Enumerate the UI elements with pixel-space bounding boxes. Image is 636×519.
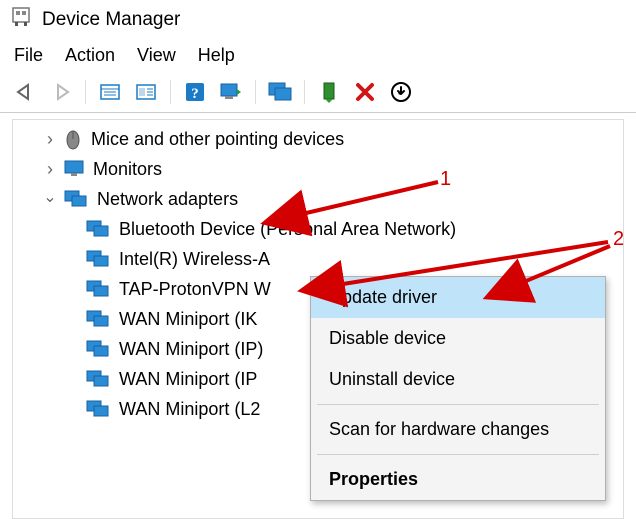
tree-label: WAN Miniport (IP): [119, 339, 263, 360]
menu-file[interactable]: File: [14, 45, 43, 66]
expand-icon[interactable]: [43, 129, 57, 150]
toolbar-separator: [304, 80, 305, 104]
network-adapter-icon: [85, 219, 111, 239]
context-scan-hardware[interactable]: Scan for hardware changes: [311, 409, 605, 450]
properties-toolbar-button[interactable]: [131, 78, 161, 106]
scan-hardware-toolbar-button[interactable]: [216, 78, 246, 106]
collapse-icon[interactable]: [43, 189, 57, 209]
toolbar: ?: [0, 74, 636, 113]
toolbar-separator: [85, 80, 86, 104]
tree-label: TAP-ProtonVPN W: [119, 279, 271, 300]
network-adapter-icon: [85, 399, 111, 419]
forward-button[interactable]: [46, 78, 76, 106]
context-properties[interactable]: Properties: [311, 459, 605, 500]
network-adapter-icon: [85, 369, 111, 389]
context-disable-device[interactable]: Disable device: [311, 318, 605, 359]
network-adapter-icon: [85, 309, 111, 329]
displays-toolbar-button[interactable]: [265, 78, 295, 106]
tree-label: Intel(R) Wireless-A: [119, 249, 270, 270]
showhide-console-button[interactable]: [95, 78, 125, 106]
tree-node-network-adapters[interactable]: Network adapters: [13, 184, 623, 214]
network-adapter-icon: [63, 189, 89, 209]
monitor-icon: [63, 159, 85, 179]
tree-node-bluetooth[interactable]: Bluetooth Device (Personal Area Network): [13, 214, 623, 244]
svg-text:?: ?: [191, 86, 199, 102]
context-uninstall-device[interactable]: Uninstall device: [311, 359, 605, 400]
help-toolbar-button[interactable]: ?: [180, 78, 210, 106]
back-button[interactable]: [10, 78, 40, 106]
app-icon: [10, 6, 32, 33]
tree-label: WAN Miniport (IP: [119, 369, 257, 390]
network-adapter-icon: [85, 339, 111, 359]
uninstall-toolbar-button[interactable]: [350, 78, 380, 106]
tree-label: WAN Miniport (IK: [119, 309, 257, 330]
network-adapter-icon: [85, 279, 111, 299]
tree-label: Bluetooth Device (Personal Area Network): [119, 219, 456, 240]
menu-view[interactable]: View: [137, 45, 176, 66]
tree-label: Mice and other pointing devices: [91, 129, 344, 150]
tree-node-mice[interactable]: Mice and other pointing devices: [13, 124, 623, 154]
disable-toolbar-button[interactable]: [386, 78, 416, 106]
title-bar: Device Manager: [0, 0, 636, 37]
tree-node-intel-wireless[interactable]: Intel(R) Wireless-A: [13, 244, 623, 274]
menu-bar: File Action View Help: [0, 37, 636, 74]
context-menu: Update driver Disable device Uninstall d…: [310, 276, 606, 501]
context-update-driver[interactable]: Update driver: [311, 277, 605, 318]
network-adapter-icon: [85, 249, 111, 269]
window-title: Device Manager: [42, 9, 180, 31]
tree-label: Monitors: [93, 159, 162, 180]
menu-help[interactable]: Help: [198, 45, 235, 66]
toolbar-separator: [170, 80, 171, 104]
toolbar-separator: [255, 80, 256, 104]
expand-icon[interactable]: [43, 159, 57, 180]
tree-node-monitors[interactable]: Monitors: [13, 154, 623, 184]
tree-label: Network adapters: [97, 189, 238, 210]
context-separator: [317, 454, 599, 455]
update-driver-toolbar-button[interactable]: [314, 78, 344, 106]
tree-label: WAN Miniport (L2: [119, 399, 260, 420]
context-separator: [317, 404, 599, 405]
menu-action[interactable]: Action: [65, 45, 115, 66]
mouse-icon: [63, 128, 83, 150]
